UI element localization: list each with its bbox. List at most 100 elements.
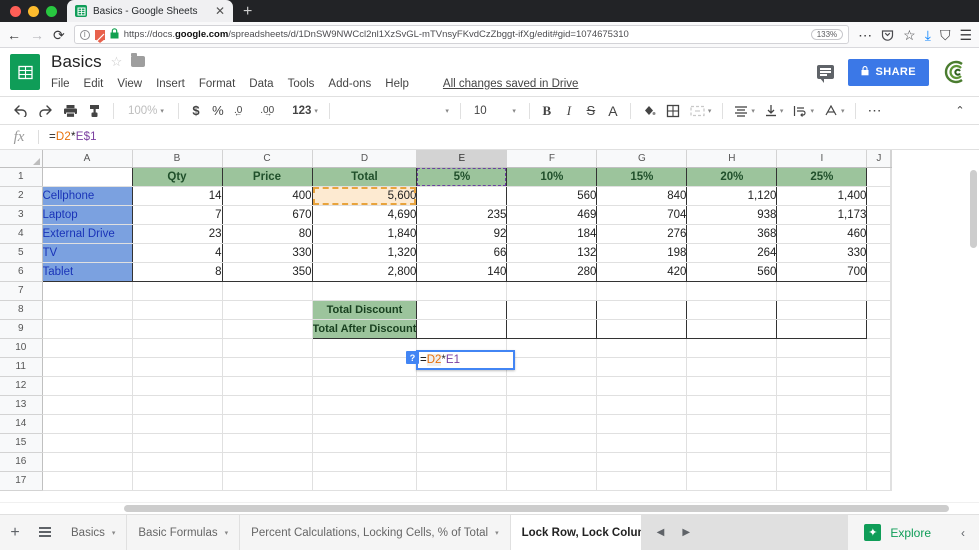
cell-B17[interactable]	[132, 471, 223, 491]
pager-prev-icon[interactable]: ◀	[657, 527, 665, 538]
cell-I13[interactable]	[776, 395, 868, 415]
cell-F17[interactable]	[506, 471, 598, 491]
cell-E12[interactable]	[416, 376, 508, 396]
column-header-a[interactable]: A	[42, 150, 133, 168]
cell-E1[interactable]: 5%	[416, 166, 508, 187]
cell-H15[interactable]	[686, 433, 778, 453]
redo-button[interactable]	[33, 100, 58, 122]
cell-editor-E2[interactable]: ? =D2*E1	[406, 350, 515, 370]
cell-C4[interactable]: 80	[222, 224, 313, 244]
sheet-tab-basics[interactable]: Basics ▾	[60, 515, 128, 550]
library-icon[interactable]: ⛉	[940, 28, 951, 42]
chevron-down-icon[interactable]: ▾	[112, 529, 116, 537]
cell-D16[interactable]	[312, 452, 418, 472]
cell-G4[interactable]: 276	[596, 224, 688, 244]
cell-G5[interactable]: 198	[596, 243, 688, 263]
cell-G14[interactable]	[596, 414, 688, 434]
column-header-j[interactable]: J	[866, 150, 892, 168]
column-header-h[interactable]: H	[686, 150, 778, 168]
cell-F5[interactable]: 132	[506, 243, 598, 263]
cell-F1[interactable]: 10%	[506, 166, 598, 187]
cell-J13[interactable]	[866, 395, 892, 415]
cell-D4[interactable]: 1,840	[312, 224, 418, 244]
cell-H7[interactable]	[686, 281, 778, 301]
cell-B13[interactable]	[132, 395, 223, 415]
cell-F10[interactable]	[506, 338, 598, 358]
cell-H16[interactable]	[686, 452, 778, 472]
cell-B14[interactable]	[132, 414, 223, 434]
cell-H4[interactable]: 368	[686, 224, 778, 244]
cell-E17[interactable]	[416, 471, 508, 491]
maximize-window-button[interactable]	[46, 6, 57, 17]
cell-J12[interactable]	[866, 376, 892, 396]
reload-icon[interactable]: ⟳	[53, 28, 65, 42]
cell-B6[interactable]: 8	[132, 262, 223, 282]
cell-F11[interactable]	[506, 357, 598, 377]
browser-tab[interactable]: Basics - Google Sheets ✕	[67, 0, 233, 22]
cell-D9[interactable]: Total After Discount	[311, 319, 418, 339]
cell-F6[interactable]: 280	[506, 262, 598, 282]
cell-E13[interactable]	[416, 395, 508, 415]
new-tab-button[interactable]: +	[233, 4, 262, 22]
cell-H10[interactable]	[686, 338, 778, 358]
column-header-e[interactable]: E	[416, 150, 508, 168]
cell-E3[interactable]: 235	[416, 205, 508, 225]
cell-G8[interactable]	[596, 299, 688, 320]
cell-B2[interactable]: 14	[132, 185, 223, 206]
cell-E15[interactable]	[416, 433, 508, 453]
cell-B16[interactable]	[132, 452, 223, 472]
cell-F8[interactable]	[506, 299, 598, 320]
row-header-4[interactable]: 4	[0, 224, 43, 244]
cell-A13[interactable]	[42, 395, 133, 415]
cell-F13[interactable]	[506, 395, 598, 415]
cell-I5[interactable]: 330	[776, 243, 868, 263]
cell-B8[interactable]	[132, 300, 223, 320]
forward-icon[interactable]: →	[30, 28, 44, 42]
italic-button[interactable]: I	[558, 100, 580, 122]
cell-C5[interactable]: 330	[222, 243, 313, 263]
cell-G7[interactable]	[596, 281, 688, 301]
cell-I14[interactable]	[776, 414, 868, 434]
menu-item-help[interactable]: Help	[385, 78, 409, 90]
tracking-protection-icon[interactable]	[94, 29, 105, 43]
row-header-7[interactable]: 7	[0, 281, 43, 301]
cell-G13[interactable]	[596, 395, 688, 415]
menu-item-file[interactable]: File	[51, 78, 70, 90]
cell-A17[interactable]	[42, 471, 133, 491]
cell-C9[interactable]	[222, 319, 313, 339]
cell-J17[interactable]	[866, 471, 892, 491]
row-header-5[interactable]: 5	[0, 243, 43, 263]
cell-H8[interactable]	[686, 299, 778, 320]
cell-J8[interactable]	[866, 300, 892, 320]
formula-help-icon[interactable]: ?	[406, 351, 419, 364]
download-icon[interactable]: ⤓	[925, 28, 931, 42]
site-info-icon[interactable]: i	[79, 29, 90, 40]
cell-D17[interactable]	[312, 471, 418, 491]
cell-I2[interactable]: 1,400	[776, 185, 868, 206]
cell-D5[interactable]: 1,320	[312, 243, 418, 263]
cell-J4[interactable]	[866, 224, 892, 244]
horizontal-align-icon[interactable]: ▾	[729, 100, 760, 122]
text-rotation-icon[interactable]: ▾	[819, 100, 850, 122]
cell-J7[interactable]	[866, 281, 892, 301]
address-bar[interactable]: i https://docs.google.com/spreadsheets/d…	[73, 25, 850, 44]
strikethrough-button[interactable]: S	[580, 100, 602, 122]
text-wrap-icon[interactable]: ▾	[788, 100, 819, 122]
cell-G11[interactable]	[596, 357, 688, 377]
fill-color-icon[interactable]	[637, 100, 661, 122]
row-header-6[interactable]: 6	[0, 262, 43, 282]
row-header-1[interactable]: 1	[0, 167, 43, 187]
formula-bar[interactable]: fx =D2*E$1	[0, 125, 979, 150]
star-icon[interactable]: ☆	[111, 54, 123, 70]
cell-H17[interactable]	[686, 471, 778, 491]
hamburger-menu-icon[interactable]: ☰	[959, 28, 972, 42]
cell-E14[interactable]	[416, 414, 508, 434]
cell-C13[interactable]	[222, 395, 313, 415]
menu-item-format[interactable]: Format	[199, 78, 235, 90]
cell-G1[interactable]: 15%	[596, 166, 688, 187]
text-color-button[interactable]: A	[602, 100, 624, 122]
sheets-logo-icon[interactable]	[10, 54, 40, 90]
cell-I6[interactable]: 700	[776, 262, 868, 282]
row-header-11[interactable]: 11	[0, 357, 43, 377]
menu-item-view[interactable]: View	[117, 78, 142, 90]
